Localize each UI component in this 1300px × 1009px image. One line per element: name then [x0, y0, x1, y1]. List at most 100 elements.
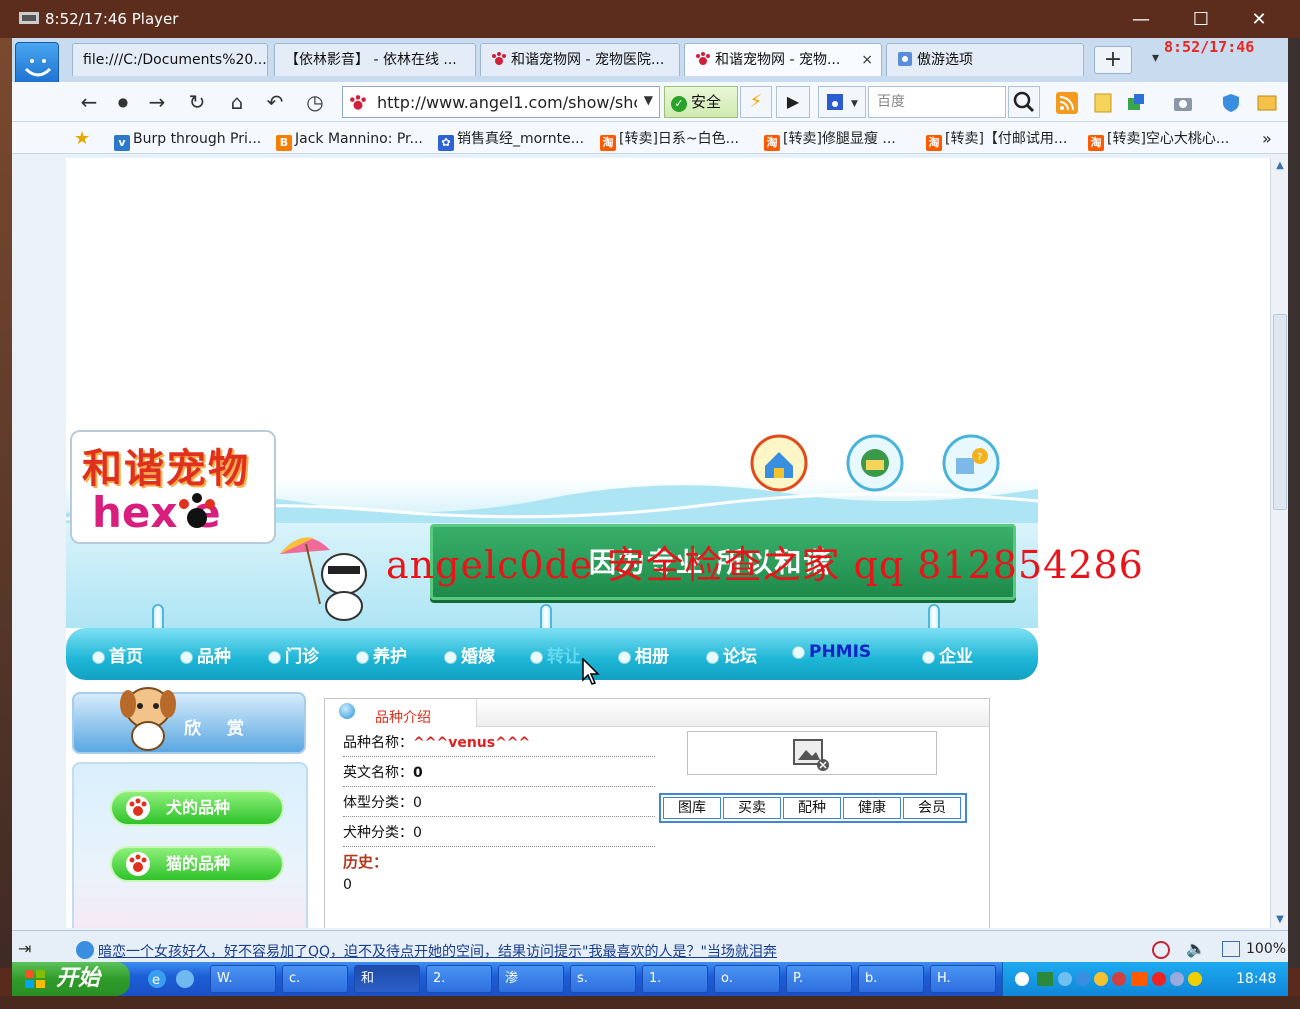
sidebar-panel: 犬的品种 猫的品种 [72, 762, 308, 928]
bookmark-item[interactable]: v Burp through Pri... [114, 129, 261, 151]
bookmark-item[interactable]: ✿ 销售真经_mornte... [438, 129, 584, 151]
taskbar-item[interactable]: c. [282, 965, 348, 993]
refresh-icon[interactable]: ↻ [184, 90, 210, 114]
maximize-icon[interactable]: ☐ [1186, 8, 1216, 32]
zoom-level[interactable]: 100% [1246, 941, 1286, 957]
cat-breeds-button[interactable]: 猫的品种 [110, 846, 284, 882]
taskbar-item[interactable]: H. [930, 965, 996, 993]
taskbar-item[interactable]: P. [786, 965, 852, 993]
browser-logo-icon[interactable] [15, 42, 59, 86]
panel-tab[interactable]: 品种介绍 [325, 699, 477, 727]
site-logo[interactable]: 和谐宠物 hex e [70, 430, 276, 544]
nav-forum[interactable]: 论坛 [706, 642, 757, 667]
history-dot-icon[interactable]: ● [110, 90, 136, 114]
undo-icon[interactable]: ↶ [262, 90, 288, 114]
page-viewport: 和谐宠物 hex e ? 因为专业 所以和谐 angelc0de 安全检查之家 … [66, 158, 1270, 928]
notes-icon[interactable] [1092, 92, 1114, 114]
block-icon[interactable] [1152, 941, 1170, 959]
start-button[interactable]: 开始 [12, 962, 130, 996]
news-ticker[interactable]: 暗恋一个女孩好久，好不容易加了QQ，迫不及待点开她的空间，结果访问提示"我最喜欢… [98, 941, 777, 961]
rss-icon[interactable] [1056, 92, 1078, 114]
nav-enterprise[interactable]: 企业 [922, 642, 973, 667]
paw-icon [492, 52, 506, 65]
tab-hexie-hospital[interactable]: 和谐宠物网 - 宠物医院... [480, 43, 680, 76]
tab-bar: file:///C:/Documents%20... 【依林影音】 - 依林在线… [12, 38, 1288, 86]
taskbar-item[interactable]: 2. [426, 965, 492, 993]
nav-care[interactable]: 养护 [356, 642, 407, 667]
nav-breeds[interactable]: 品种 [180, 642, 231, 667]
url-text[interactable]: http://www.angel1.com/show/shc [377, 93, 637, 112]
mouse-cursor-icon [582, 658, 600, 685]
ie-icon[interactable]: e [146, 968, 168, 990]
window-icon[interactable] [1256, 92, 1278, 114]
vertical-scrollbar[interactable]: ▲ ▼ [1270, 158, 1288, 928]
close-icon[interactable]: ✕ [1244, 8, 1274, 32]
star-icon[interactable]: ★ [74, 129, 90, 149]
nav-phmis[interactable]: PHMIS [792, 642, 871, 662]
taskbar-item[interactable]: b. [858, 965, 924, 993]
phone-icon[interactable] [846, 434, 904, 492]
taskbar-item[interactable]: s. [570, 965, 636, 993]
vimeo-icon: v [114, 135, 130, 151]
nav-home[interactable]: 首页 [92, 642, 143, 667]
taskbar-item[interactable]: 和 [354, 965, 420, 993]
tab-close-icon[interactable]: × [861, 44, 873, 76]
back-icon[interactable]: ← [76, 90, 102, 114]
nav-album[interactable]: 相册 [618, 642, 669, 667]
taskbar-item[interactable]: 1. [642, 965, 708, 993]
search-engine-selector[interactable]: ▼ [818, 86, 866, 118]
new-tab-button[interactable]: + [1094, 46, 1132, 74]
house-icon[interactable] [750, 434, 808, 492]
nav-mating[interactable]: 婚嫁 [444, 642, 495, 667]
scroll-down-icon[interactable]: ▼ [1271, 912, 1289, 928]
bookmarks-more-icon[interactable]: » [1262, 129, 1272, 149]
speaker-icon[interactable]: 🔈 [1186, 939, 1206, 958]
browser-quick-icon[interactable] [174, 968, 196, 990]
sidebar-toggle-icon[interactable]: ⇥ [18, 939, 31, 958]
trade-button[interactable]: 买卖 [723, 797, 781, 819]
tab-label: 【依林影音】 - 依林在线 ... [285, 52, 457, 68]
dog-breeds-button[interactable]: 犬的品种 [110, 790, 284, 826]
go-button[interactable]: ▶ [776, 86, 810, 118]
taskbar-item[interactable]: W. [210, 965, 276, 993]
url-dropdown-icon[interactable]: ▼ [644, 93, 653, 107]
tab-file[interactable]: file:///C:/Documents%20... [72, 43, 268, 76]
sidebar-title: 欣 赏 [184, 719, 254, 739]
address-bar[interactable]: http://www.angel1.com/show/shc ▼ [342, 86, 660, 118]
tray-icons[interactable] [1013, 970, 1213, 988]
tab-label: 傲游选项 [917, 52, 973, 68]
field-label: 英文名称： [343, 765, 413, 781]
home-icon[interactable]: ⌂ [224, 90, 250, 114]
forward-icon[interactable]: → [144, 90, 170, 114]
minimize-icon[interactable]: — [1126, 8, 1156, 32]
search-icon[interactable] [1008, 86, 1040, 118]
search-input[interactable]: 百度 [868, 86, 1006, 118]
taskbar-item[interactable]: 渗 [498, 965, 564, 993]
security-badge[interactable]: ✓ 安全 [664, 86, 738, 118]
bookmark-item[interactable]: 淘 [转卖]日系~白色... [600, 129, 739, 151]
tab-yilin[interactable]: 【依林影音】 - 依林在线 ... [274, 43, 476, 76]
tab-hexie-active[interactable]: 和谐宠物网 - 宠物... × [684, 43, 882, 76]
scroll-thumb[interactable] [1273, 314, 1287, 510]
bookmark-item[interactable]: B Jack Mannino: Pr... [276, 129, 423, 151]
bookmark-item[interactable]: 淘 [转卖]修腿显瘦 ... [764, 129, 896, 151]
gallery-button[interactable]: 图库 [663, 797, 721, 819]
nav-clinic[interactable]: 门诊 [268, 642, 319, 667]
bookmark-item[interactable]: 淘 [转卖]空心大桃心... [1088, 129, 1229, 151]
mating-button[interactable]: 配种 [783, 797, 841, 819]
camera-icon[interactable] [1172, 92, 1194, 114]
member-button[interactable]: 会员 [903, 797, 961, 819]
bookmark-item[interactable]: 淘 [转卖]【付邮试用... [926, 129, 1067, 151]
tab-menu-icon[interactable]: ▾ [1152, 50, 1159, 66]
tab-options[interactable]: 傲游选项 [886, 43, 1084, 76]
bolt-icon[interactable]: ⚡ [740, 86, 772, 118]
shield-icon[interactable] [1220, 92, 1242, 114]
health-button[interactable]: 健康 [843, 797, 901, 819]
clock-icon[interactable]: ◷ [302, 90, 328, 114]
zoom-icon[interactable] [1222, 941, 1240, 957]
scroll-up-icon[interactable]: ▲ [1271, 158, 1289, 174]
taskbar-item[interactable]: o. [714, 965, 780, 993]
nav-transfer[interactable]: 转让 [530, 642, 581, 667]
plugins-icon[interactable] [1126, 92, 1148, 114]
help-icon[interactable]: ? [942, 434, 1000, 492]
